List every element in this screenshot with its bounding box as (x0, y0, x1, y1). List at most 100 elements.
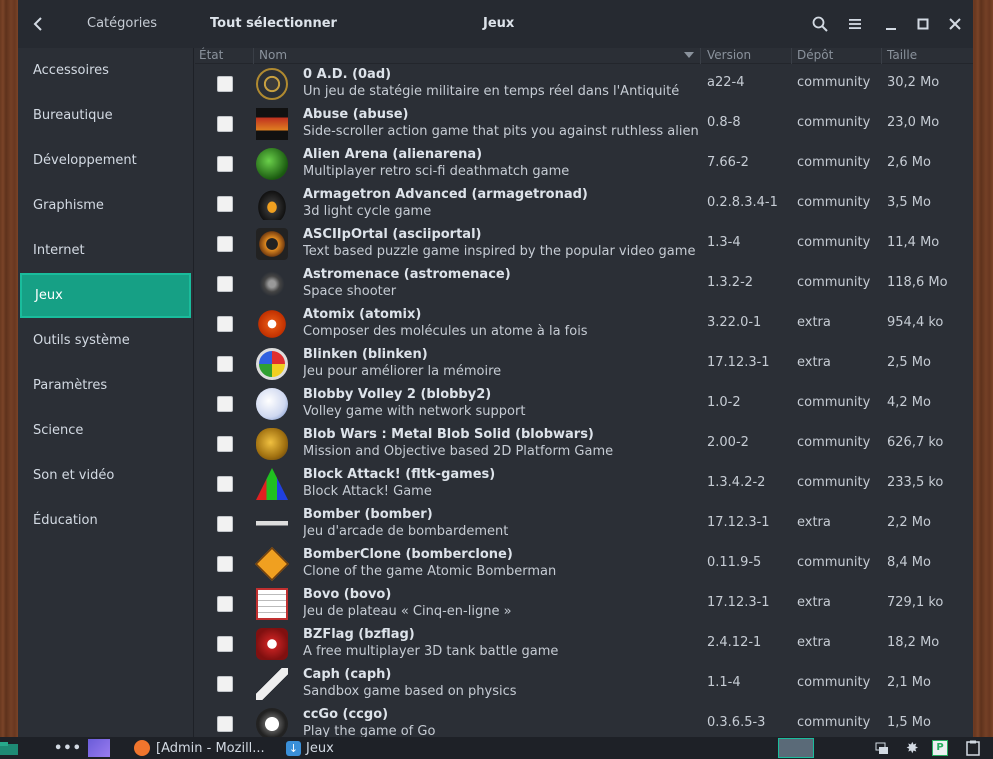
install-checkbox[interactable] (217, 156, 233, 172)
table-row[interactable]: Atomix (atomix) Composer des molécules un… (195, 304, 973, 344)
table-row[interactable]: Bomber (bomber) Jeu d'arcade de bombardem… (195, 504, 973, 544)
package-name: Alien Arena (alienarena) (303, 147, 483, 162)
package-repo: community (797, 75, 871, 90)
table-row[interactable]: Armagetron Advanced (armagetronad) 3d lig… (195, 184, 973, 224)
bovo-icon (256, 588, 288, 620)
install-checkbox[interactable] (217, 436, 233, 452)
package-version: 1.3-4 (707, 235, 741, 250)
package-repo: community (797, 195, 871, 210)
column-repo[interactable]: Dépôt (797, 48, 833, 62)
sidebar-item-developpement[interactable]: Développement (18, 138, 193, 183)
download-arrow-icon: ↓ (286, 740, 301, 756)
sidebar-item-bureautique[interactable]: Bureautique (18, 93, 193, 138)
table-row[interactable]: BomberClone (bomberclone) Clone of the ga… (195, 544, 973, 584)
table-row[interactable]: Caph (caph) Sandbox game based on physics… (195, 664, 973, 704)
select-all-button[interactable]: Tout sélectionner (210, 16, 337, 31)
install-checkbox[interactable] (217, 116, 233, 132)
install-checkbox[interactable] (217, 636, 233, 652)
install-checkbox[interactable] (217, 276, 233, 292)
package-size: 30,2 Mo (887, 75, 940, 90)
menu-button[interactable] (845, 14, 865, 34)
table-row[interactable]: 0 A.D. (0ad) Un jeu de statégie militaire… (195, 64, 973, 104)
install-checkbox[interactable] (217, 196, 233, 212)
install-checkbox[interactable] (217, 556, 233, 572)
taskbar-folder-button[interactable] (0, 737, 18, 759)
table-row[interactable]: Blob Wars : Metal Blob Solid (blobwars) M… (195, 424, 973, 464)
column-headers: État Nom Version Dépôt Taille (195, 48, 973, 64)
sidebar-item-outils-systeme[interactable]: Outils système (18, 318, 193, 363)
header-bar: Catégories Tout sélectionner Jeux (18, 0, 973, 48)
sidebar-item-parametres[interactable]: Paramètres (18, 363, 193, 408)
desktop-wallpaper-icon (88, 739, 110, 757)
column-size[interactable]: Taille (887, 48, 917, 62)
column-version[interactable]: Version (707, 48, 751, 62)
taskbar-firefox-button[interactable]: [Admin - Mozill... (134, 737, 265, 759)
column-name[interactable]: Nom (259, 48, 287, 62)
package-description: Jeu d'arcade de bombardement (303, 524, 509, 539)
table-row[interactable]: ccGo (ccgo) Play the game of Go 0.3.6.5-3 c… (195, 704, 973, 737)
table-row[interactable]: ASCIIpOrtal (asciiportal) Text based puzz… (195, 224, 973, 264)
package-version: 1.0-2 (707, 395, 741, 410)
taskbar-desktop-button[interactable] (88, 737, 110, 759)
sidebar-item-jeux[interactable]: Jeux (20, 273, 191, 318)
sidebar-item-science[interactable]: Science (18, 408, 193, 453)
install-checkbox[interactable] (217, 316, 233, 332)
table-row[interactable]: Alien Arena (alienarena) Multiplayer retr… (195, 144, 973, 184)
table-row[interactable]: Astromenace (astromenace) Space shooter 1.… (195, 264, 973, 304)
install-checkbox[interactable] (217, 356, 233, 372)
column-separator (253, 48, 254, 64)
close-button[interactable] (945, 14, 965, 34)
package-size: 2,2 Mo (887, 515, 931, 530)
workspace-1[interactable] (778, 738, 814, 758)
search-button[interactable] (810, 14, 830, 34)
tray-update-button[interactable]: P (932, 737, 948, 759)
package-description: Play the game of Go (303, 724, 436, 737)
sidebar-item-accessoires[interactable]: Accessoires (18, 48, 193, 93)
install-checkbox[interactable] (217, 596, 233, 612)
sidebar-item-education[interactable]: Éducation (18, 498, 193, 543)
install-checkbox[interactable] (217, 236, 233, 252)
install-checkbox[interactable] (217, 676, 233, 692)
sidebar-item-internet[interactable]: Internet (18, 228, 193, 273)
atomix-icon (256, 308, 288, 340)
tray-settings-button[interactable]: ✸ (906, 737, 919, 759)
back-button[interactable] (18, 0, 58, 48)
taskbar-apps-button[interactable]: ••• (54, 737, 82, 759)
install-checkbox[interactable] (217, 716, 233, 732)
table-row[interactable]: Blinken (blinken) Jeu pour améliorer la m… (195, 344, 973, 384)
column-state[interactable]: État (199, 48, 223, 62)
install-checkbox[interactable] (217, 76, 233, 92)
table-row[interactable]: Blobby Volley 2 (blobby2) Volley game wit… (195, 384, 973, 424)
package-size: 118,6 Mo (887, 275, 948, 290)
maximize-button[interactable] (913, 14, 933, 34)
package-name: ASCIIpOrtal (asciiportal) (303, 227, 482, 242)
package-description: A free multiplayer 3D tank battle game (303, 644, 559, 659)
install-checkbox[interactable] (217, 476, 233, 492)
tray-window-button[interactable] (875, 737, 889, 759)
table-row[interactable]: Block Attack! (fltk-games) Block Attack! … (195, 464, 973, 504)
package-version: 3.22.0-1 (707, 315, 762, 330)
taskbar: ••• [Admin - Mozill... ↓ Jeux ✸ P (0, 737, 993, 759)
package-repo: community (797, 675, 871, 690)
package-name: BZFlag (bzflag) (303, 627, 415, 642)
package-repo: community (797, 275, 871, 290)
install-checkbox[interactable] (217, 396, 233, 412)
package-description: Multiplayer retro sci-fi deathmatch game (303, 164, 570, 179)
table-row[interactable]: BZFlag (bzflag) A free multiplayer 3D tan… (195, 624, 973, 664)
table-row[interactable]: Abuse (abuse) Side-scroller action game t… (195, 104, 973, 144)
package-version: 17.12.3-1 (707, 515, 770, 530)
bzflag-icon (256, 628, 288, 660)
package-repo: community (797, 235, 871, 250)
package-manager-window: Catégories Tout sélectionner Jeux Access… (18, 0, 973, 737)
sidebar-item-son-et-video[interactable]: Son et vidéo (18, 453, 193, 498)
workspace-switcher[interactable] (778, 737, 822, 759)
sidebar-item-graphisme[interactable]: Graphisme (18, 183, 193, 228)
package-repo: extra (797, 355, 831, 370)
install-checkbox[interactable] (217, 516, 233, 532)
package-description: Side-scroller action game that pits you … (303, 124, 701, 139)
taskbar-pamac-button[interactable]: ↓ Jeux (286, 737, 334, 759)
tray-clipboard-button[interactable] (966, 737, 980, 759)
column-separator (791, 48, 792, 64)
table-row[interactable]: Bovo (bovo) Jeu de plateau « Cinq-en-lign… (195, 584, 973, 624)
minimize-button[interactable] (881, 14, 901, 34)
